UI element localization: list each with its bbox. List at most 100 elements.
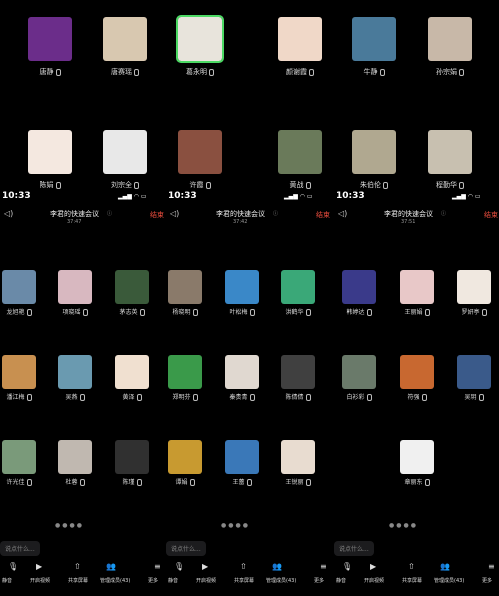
participant-video-tile[interactable] — [176, 15, 224, 63]
manage-members-icon[interactable]: 👥 — [440, 562, 450, 571]
participant-video-tile[interactable] — [178, 130, 222, 174]
participant-name-text: 吴燕 — [65, 394, 78, 401]
participant-video-tile[interactable] — [103, 130, 147, 174]
participant-video-tile[interactable] — [115, 440, 149, 474]
chat-input[interactable]: 说点什么... — [0, 541, 40, 556]
participant-video-tile[interactable] — [428, 130, 472, 174]
participant-video-tile[interactable] — [225, 440, 259, 474]
manage-members-button[interactable]: 管理成员(43) — [266, 577, 296, 584]
mute-icon[interactable]: 🎙 — [8, 562, 18, 571]
mic-icon — [309, 68, 314, 76]
participant-video-tile[interactable] — [225, 355, 259, 389]
more-icon[interactable]: ≡ — [320, 562, 327, 571]
manage-members-icon[interactable]: 👥 — [272, 562, 282, 571]
share-screen-icon[interactable]: ⇧ — [74, 562, 81, 571]
participant-name: 唐赛瑶 — [95, 67, 155, 77]
participant-video-tile[interactable] — [168, 440, 202, 474]
mic-icon — [478, 394, 484, 401]
participant-video-tile[interactable] — [428, 17, 472, 61]
participant-video-tile[interactable] — [58, 270, 92, 304]
video-button[interactable]: 开启视频 — [196, 577, 216, 584]
end-meeting-button[interactable]: 结束 — [150, 210, 164, 220]
participant-video-tile[interactable] — [225, 270, 259, 304]
mute-button[interactable]: 静音 — [2, 577, 12, 584]
participant-name-text: 朱伯伦 — [360, 181, 381, 189]
participant-name-text: 唐静 — [39, 68, 54, 76]
participant-video-tile[interactable] — [281, 355, 315, 389]
participant-video-tile[interactable] — [342, 270, 376, 304]
manage-members-button[interactable]: 管理成员(43) — [434, 577, 464, 584]
more-icon[interactable]: ≡ — [488, 562, 495, 571]
mic-icon — [26, 309, 32, 316]
speaker-icon[interactable]: ◁) — [170, 209, 179, 218]
speaker-icon[interactable]: ◁) — [338, 209, 347, 218]
mic-icon — [192, 309, 198, 316]
participant-video-tile[interactable] — [278, 17, 322, 61]
meeting-duration: 37:47 — [67, 219, 82, 225]
video-icon[interactable]: ▶ — [36, 562, 42, 571]
participant-video-tile[interactable] — [342, 355, 376, 389]
participant-name: 罗妍亭 — [444, 307, 499, 316]
participant-name-text: 陈瑾 — [122, 479, 135, 486]
participant-video-tile[interactable] — [400, 355, 434, 389]
info-icon[interactable]: ⓘ — [107, 210, 112, 217]
end-meeting-button[interactable]: 结束 — [316, 210, 330, 220]
manage-members-button[interactable]: 管理成员(43) — [100, 577, 130, 584]
participant-name: 陈瑾 — [102, 477, 162, 486]
participant-video-tile[interactable] — [28, 17, 72, 61]
share-screen-button[interactable]: 共享屏幕 — [234, 577, 254, 584]
participant-video-tile[interactable] — [2, 355, 36, 389]
more-button[interactable]: 更多 — [482, 577, 492, 584]
mic-icon — [209, 68, 214, 76]
info-icon[interactable]: ⓘ — [441, 210, 446, 217]
participant-video-tile[interactable] — [278, 130, 322, 174]
participant-video-tile[interactable] — [457, 355, 491, 389]
video-button[interactable]: 开启视频 — [30, 577, 50, 584]
participant-name: 吴玥 — [444, 392, 499, 401]
participant-video-tile[interactable] — [400, 440, 434, 474]
share-screen-icon[interactable]: ⇧ — [408, 562, 415, 571]
participant-video-tile[interactable] — [103, 17, 147, 61]
participant-video-tile[interactable] — [115, 355, 149, 389]
mute-button[interactable]: 静音 — [168, 577, 178, 584]
participant-video-tile[interactable] — [58, 355, 92, 389]
participant-video-tile[interactable] — [2, 440, 36, 474]
participant-name-text: 陈倩倩 — [285, 394, 304, 401]
mute-button[interactable]: 静音 — [336, 577, 346, 584]
participant-name-text: 白衫彩 — [346, 394, 365, 401]
participant-name-text: 罗妍亭 — [461, 309, 480, 316]
speaker-icon[interactable]: ◁) — [4, 209, 13, 218]
share-screen-button[interactable]: 共享屏幕 — [402, 577, 422, 584]
participant-video-tile[interactable] — [58, 440, 92, 474]
mute-icon[interactable]: 🎙 — [342, 562, 352, 571]
participant-video-tile[interactable] — [168, 355, 202, 389]
participant-video-tile[interactable] — [281, 440, 315, 474]
more-button[interactable]: 更多 — [314, 577, 324, 584]
participant-video-tile[interactable] — [115, 270, 149, 304]
manage-members-icon[interactable]: 👥 — [106, 562, 116, 571]
participant-name-text: 谭娟 — [175, 479, 188, 486]
participant-video-tile[interactable] — [28, 130, 72, 174]
mute-icon[interactable]: 🎙 — [174, 562, 184, 571]
end-meeting-button[interactable]: 结束 — [484, 210, 498, 220]
participant-video-tile[interactable] — [281, 270, 315, 304]
share-screen-button[interactable]: 共享屏幕 — [68, 577, 88, 584]
participant-name-text: 叶松梅 — [229, 309, 248, 316]
video-icon[interactable]: ▶ — [370, 562, 376, 571]
more-button[interactable]: 更多 — [148, 577, 158, 584]
chat-input[interactable]: 说点什么... — [334, 541, 374, 556]
mic-icon — [136, 394, 142, 401]
more-icon[interactable]: ≡ — [154, 562, 161, 571]
video-button[interactable]: 开启视频 — [364, 577, 384, 584]
participant-video-tile[interactable] — [352, 130, 396, 174]
participant-video-tile[interactable] — [457, 270, 491, 304]
participant-video-tile[interactable] — [400, 270, 434, 304]
video-icon[interactable]: ▶ — [202, 562, 208, 571]
meeting-duration: 37:51 — [401, 219, 416, 225]
info-icon[interactable]: ⓘ — [273, 210, 278, 217]
share-screen-icon[interactable]: ⇧ — [240, 562, 247, 571]
participant-video-tile[interactable] — [2, 270, 36, 304]
chat-input[interactable]: 说点什么... — [166, 541, 206, 556]
participant-video-tile[interactable] — [168, 270, 202, 304]
participant-video-tile[interactable] — [352, 17, 396, 61]
